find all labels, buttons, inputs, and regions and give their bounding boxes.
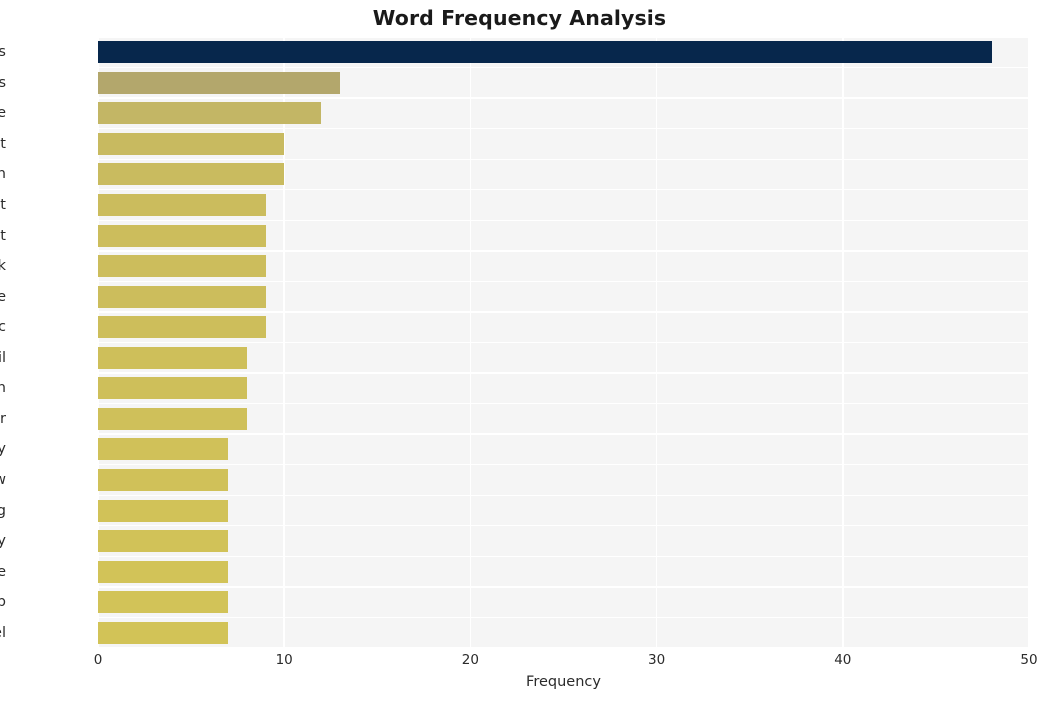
bar xyxy=(98,102,322,125)
gridline-horizontal xyxy=(98,647,1029,648)
gridline-horizontal xyxy=(98,372,1029,374)
gridline-horizontal xyxy=(98,311,1029,313)
y-axis-tick-label: sncc xyxy=(0,319,6,336)
y-axis-tick-label: washington xyxy=(0,380,6,397)
y-axis-tick-label: later xyxy=(0,410,6,427)
gridline-horizontal xyxy=(98,250,1029,252)
y-axis-tick-label: party xyxy=(0,441,6,458)
bar xyxy=(98,560,229,583)
y-axis-tick-label: group xyxy=(0,594,6,611)
x-axis-label: Frequency xyxy=(526,674,601,690)
y-axis-tick-label: know xyxy=(0,471,6,488)
bar xyxy=(98,499,229,522)
y-axis-tick-label: black xyxy=(0,258,6,275)
gridline-horizontal xyxy=(98,189,1029,191)
bar xyxy=(98,71,341,94)
gridline-horizontal xyxy=(98,219,1029,221)
gridline-horizontal xyxy=(98,402,1029,405)
y-axis-tick-label: people xyxy=(0,563,6,580)
word-frequency-chart: Word Frequency Analysis lewis lewiss time r… xyxy=(0,0,1039,701)
bar xyxy=(98,591,229,614)
x-axis-tick-label: 10 xyxy=(275,652,293,668)
bar xyxy=(98,438,229,461)
gridline-horizontal xyxy=(98,127,1029,130)
gridline-horizontal xyxy=(98,586,1029,588)
gridline-horizontal xyxy=(98,433,1029,435)
y-axis-tick-label: ally xyxy=(0,533,6,550)
bar xyxy=(98,377,247,400)
y-axis-tick-label: time xyxy=(0,105,6,122)
gridline-horizontal xyxy=(98,464,1029,466)
bar xyxy=(98,132,285,155)
bar xyxy=(98,41,992,64)
gridline-horizontal xyxy=(98,525,1029,527)
gridline-horizontal xyxy=(98,555,1029,558)
gridline-horizontal xyxy=(98,494,1029,496)
bar xyxy=(98,530,229,553)
y-axis-tick-label: march xyxy=(0,166,6,183)
gridline-horizontal xyxy=(98,37,1029,38)
y-axis-tick-label: lewiss xyxy=(0,74,6,91)
x-axis-tick-label: 20 xyxy=(461,652,479,668)
gridline-horizontal xyxy=(98,341,1029,344)
x-axis-tick-label: 50 xyxy=(1020,652,1038,668)
y-axis-tick-label: civil xyxy=(0,349,6,366)
bar xyxy=(98,621,229,644)
bar xyxy=(98,346,247,369)
y-axis-tick-label: white xyxy=(0,288,6,305)
gridline-horizontal xyxy=(98,616,1029,619)
gridline-horizontal xyxy=(98,158,1029,160)
bar xyxy=(98,194,266,217)
gridline-horizontal xyxy=(98,97,1029,99)
bar xyxy=(98,468,229,491)
x-axis-tick-label: 0 xyxy=(93,652,103,668)
bar xyxy=(98,224,266,247)
y-axis-tick-label: lewis xyxy=(0,44,6,61)
chart-title: Word Frequency Analysis xyxy=(372,6,667,30)
y-axis-tick-label: right xyxy=(0,135,6,152)
gridline-horizontal xyxy=(98,280,1029,283)
y-axis-tick-label: carmichael xyxy=(0,624,6,641)
bar xyxy=(98,407,247,430)
x-axis-tick-label: 30 xyxy=(648,652,666,668)
bar xyxy=(98,285,266,308)
gridline-horizontal xyxy=(98,66,1029,69)
plot-area xyxy=(98,37,1029,648)
bar xyxy=(98,163,285,186)
bar xyxy=(98,316,266,339)
bar xyxy=(98,255,266,278)
y-axis-tick-label: king xyxy=(0,502,6,519)
y-axis-tick-label: protest xyxy=(0,227,6,244)
y-axis-tick-label: movement xyxy=(0,197,6,214)
x-axis-tick-label: 40 xyxy=(834,652,852,668)
